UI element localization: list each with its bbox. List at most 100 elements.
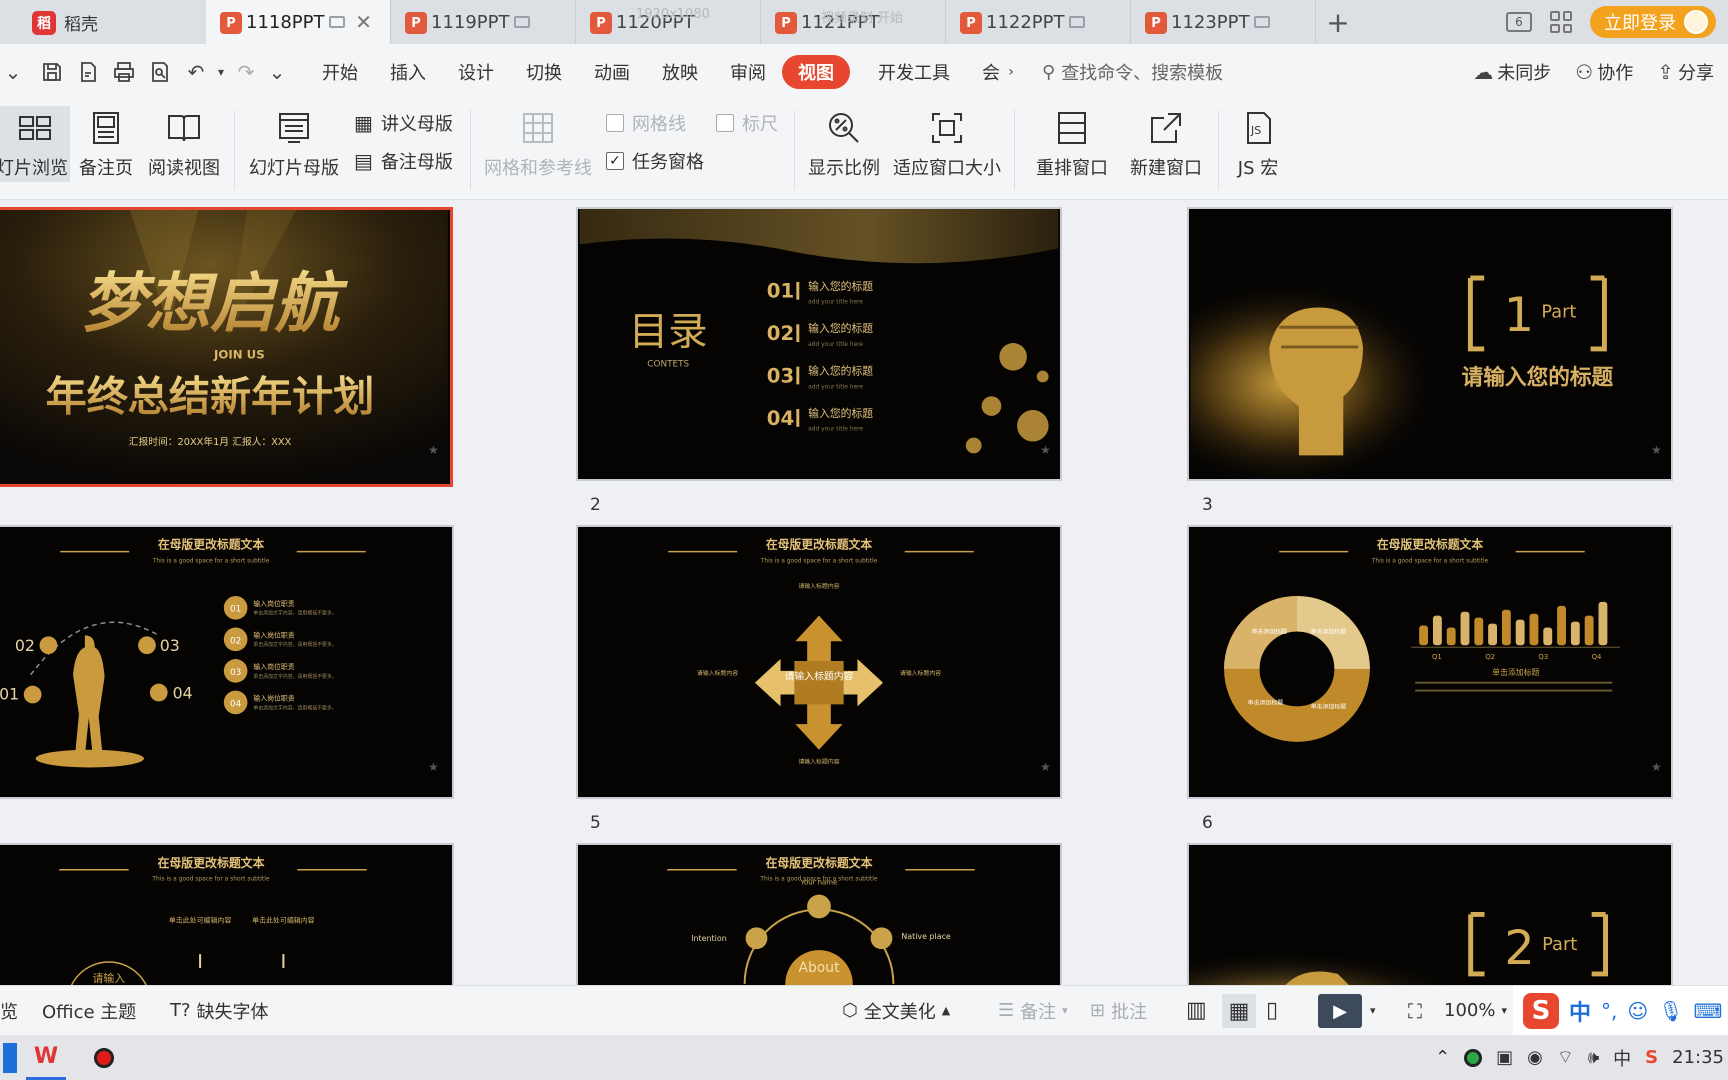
- play-dropdown-icon[interactable]: ▾: [1370, 1004, 1376, 1017]
- tray-display-icon[interactable]: ▣: [1496, 1047, 1513, 1068]
- fit-window-button[interactable]: 适应窗口大小: [892, 108, 1002, 180]
- emoji-icon[interactable]: ☺: [1627, 999, 1648, 1023]
- tray-sogou-icon[interactable]: S: [1645, 1047, 1658, 1068]
- close-tab-icon[interactable]: ✕: [355, 10, 372, 34]
- tray-app-icon[interactable]: [1464, 1048, 1483, 1067]
- doc-tab-1[interactable]: P 1118PPT ✕: [206, 0, 391, 44]
- slide-thumbnail-4[interactable]: 在母版更改标题文本 This is a good space for a sho…: [0, 525, 454, 799]
- export-pdf-icon[interactable]: [70, 54, 106, 90]
- sogou-logo-icon[interactable]: S: [1523, 993, 1559, 1029]
- doc-tab-2[interactable]: P 1119PPT: [391, 0, 576, 44]
- gridlines-checkbox[interactable]: 网格线: [606, 110, 686, 136]
- system-tray: ⌃ ▣ ◉ ⌔ 🕪 中 S 21:35: [1435, 1035, 1728, 1080]
- menu-slideshow[interactable]: 放映: [646, 55, 714, 89]
- missing-font-button[interactable]: T? 缺失字体: [170, 998, 269, 1024]
- mic-icon[interactable]: 🎙: [1658, 999, 1683, 1023]
- handout-master-button[interactable]: ▦ 讲义母版: [354, 110, 453, 136]
- menu-insert[interactable]: 插入: [374, 55, 442, 89]
- doc-tab-4[interactable]: 视频录制 开始 P 1121PPT: [761, 0, 946, 44]
- tray-lang[interactable]: 中: [1613, 1045, 1631, 1071]
- taskbar-wps-app[interactable]: W: [26, 1035, 66, 1080]
- doc-tab-5[interactable]: P 1122PPT: [946, 0, 1131, 44]
- notes-toggle[interactable]: ☰ 备注 ▾: [998, 998, 1068, 1024]
- theme-label[interactable]: Office 主题: [42, 998, 136, 1024]
- zoom-value[interactable]: 100% ▾: [1444, 1000, 1507, 1021]
- share-button[interactable]: ⇪ 分享: [1657, 59, 1714, 85]
- slide-thumbnail-6[interactable]: 在母版更改标题文本 This is a good space for a sho…: [1187, 525, 1673, 799]
- slide-browse-button[interactable]: 灯片浏览: [0, 106, 70, 182]
- menu-view[interactable]: 视图: [782, 55, 850, 89]
- notes-master-button[interactable]: ▤ 备注母版: [354, 148, 453, 174]
- notes-page-button[interactable]: 备注页: [76, 108, 136, 180]
- slide-master-button[interactable]: 幻灯片母版: [246, 108, 342, 180]
- reading-view-button[interactable]: 阅读视图: [146, 108, 222, 180]
- slide-thumbnail-8[interactable]: 在母版更改标题文本 This is a good space for a sho…: [576, 843, 1062, 985]
- sync-button[interactable]: ☁ 未同步: [1473, 59, 1551, 85]
- command-search[interactable]: ⚲ 查找命令、搜索模板: [1042, 59, 1223, 85]
- print-preview-icon[interactable]: [142, 54, 178, 90]
- tray-expand-icon[interactable]: ⌃: [1435, 1047, 1450, 1068]
- slide-thumbnail-5[interactable]: 在母版更改标题文本 This is a good space for a sho…: [576, 525, 1062, 799]
- undo-icon[interactable]: ↶: [178, 54, 214, 90]
- normal-view-button[interactable]: ▥: [1186, 998, 1207, 1023]
- reading-view-icon[interactable]: ▯: [1266, 998, 1278, 1023]
- window-layout-icon[interactable]: 6: [1506, 12, 1532, 32]
- menu-review[interactable]: 审阅: [714, 55, 782, 89]
- new-window-button[interactable]: 新建窗口: [1126, 108, 1206, 180]
- menu-design[interactable]: 设计: [442, 55, 510, 89]
- handout-master-icon: ▦: [354, 111, 373, 135]
- ime-lang[interactable]: 中: [1569, 995, 1591, 1027]
- login-button[interactable]: 立即登录: [1590, 6, 1716, 38]
- mini-bar: [1446, 627, 1456, 646]
- monitor-icon: [328, 16, 345, 28]
- js-macro-button[interactable]: JS JS 宏: [1226, 108, 1290, 180]
- fit-zoom-icon[interactable]: ⛶: [1408, 999, 1422, 1023]
- redo-icon[interactable]: ↷: [228, 54, 264, 90]
- print-icon[interactable]: [106, 54, 142, 90]
- menu-animation[interactable]: 动画: [578, 55, 646, 89]
- undo-dropdown-icon[interactable]: ▾: [214, 54, 228, 90]
- slide-thumbnail-7[interactable]: 在母版更改标题文本 This is a good space for a sho…: [0, 843, 454, 985]
- taskbar-app-blue[interactable]: [0, 1035, 20, 1080]
- apps-grid-icon[interactable]: [1550, 11, 1572, 33]
- customize-toolbar-icon[interactable]: ⌄: [264, 54, 290, 90]
- slide-thumbnail-3[interactable]: 1 Part 请输入您的标题: [1187, 207, 1673, 481]
- duty-item: 输入岗位职责: [253, 599, 294, 608]
- comment-toggle[interactable]: ⊞ 批注: [1090, 998, 1147, 1024]
- ppt-file-icon: P: [220, 12, 242, 34]
- quarter-label: Q2: [1485, 653, 1495, 661]
- doc-tab-3[interactable]: 1920x1080 P 1120PPT: [576, 0, 761, 44]
- part-label: Part: [1542, 934, 1577, 955]
- menu-transition[interactable]: 切换: [510, 55, 578, 89]
- tray-qq-icon[interactable]: ◉: [1527, 1047, 1543, 1068]
- slide-thumbnail-2[interactable]: 目录 CONTETS 01 02 03 04 输入您的标题 输入您的标题 输入您…: [576, 207, 1062, 481]
- menu-member[interactable]: 会: [966, 55, 1002, 89]
- rearrange-window-button[interactable]: 重排窗口: [1026, 108, 1118, 180]
- collapse-chevron-icon[interactable]: ⌄: [0, 54, 26, 90]
- new-tab-button[interactable]: +: [1316, 0, 1360, 44]
- slide-thumbnail-9[interactable]: 2 Part: [1187, 843, 1673, 985]
- grid-guides-button[interactable]: 网格和参考线: [482, 108, 594, 180]
- mini-bar: [1584, 615, 1594, 646]
- menu-start[interactable]: 开始: [306, 55, 374, 89]
- volume-icon[interactable]: 🕪: [1588, 1047, 1599, 1068]
- punctuation-icon[interactable]: °,: [1601, 999, 1617, 1023]
- clock[interactable]: 21:35: [1672, 1047, 1724, 1068]
- notes-page-icon: [86, 108, 126, 148]
- doc-tab-6[interactable]: P 1123PPT: [1131, 0, 1316, 44]
- beautify-button[interactable]: ⬡ 全文美化 ▲: [842, 998, 950, 1024]
- menu-developer[interactable]: 开发工具: [862, 55, 966, 89]
- taskbar-recorder-app[interactable]: [84, 1035, 124, 1080]
- collaborate-button[interactable]: ⚇ 协作: [1575, 59, 1633, 85]
- ruler-checkbox[interactable]: 标尺: [716, 110, 778, 136]
- app-tab-docer[interactable]: 稻 稻壳: [0, 0, 206, 44]
- play-slideshow-button[interactable]: ▶: [1318, 994, 1362, 1028]
- keyboard-icon[interactable]: ⌨: [1694, 999, 1723, 1023]
- save-icon[interactable]: [34, 54, 70, 90]
- menu-more-chevron-icon[interactable]: ›: [1002, 54, 1020, 90]
- zoom-button[interactable]: 显示比例: [804, 108, 884, 180]
- wifi-icon[interactable]: ⌔: [1557, 1046, 1574, 1069]
- sorter-view-button[interactable]: ▦: [1222, 994, 1256, 1028]
- slide-thumbnail-1[interactable]: 梦想启航 JOIN US 年终总结新年计划 汇报时间：20XX年1月 汇报人：X…: [0, 207, 453, 487]
- task-pane-checkbox[interactable]: ✓ 任务窗格: [606, 148, 704, 174]
